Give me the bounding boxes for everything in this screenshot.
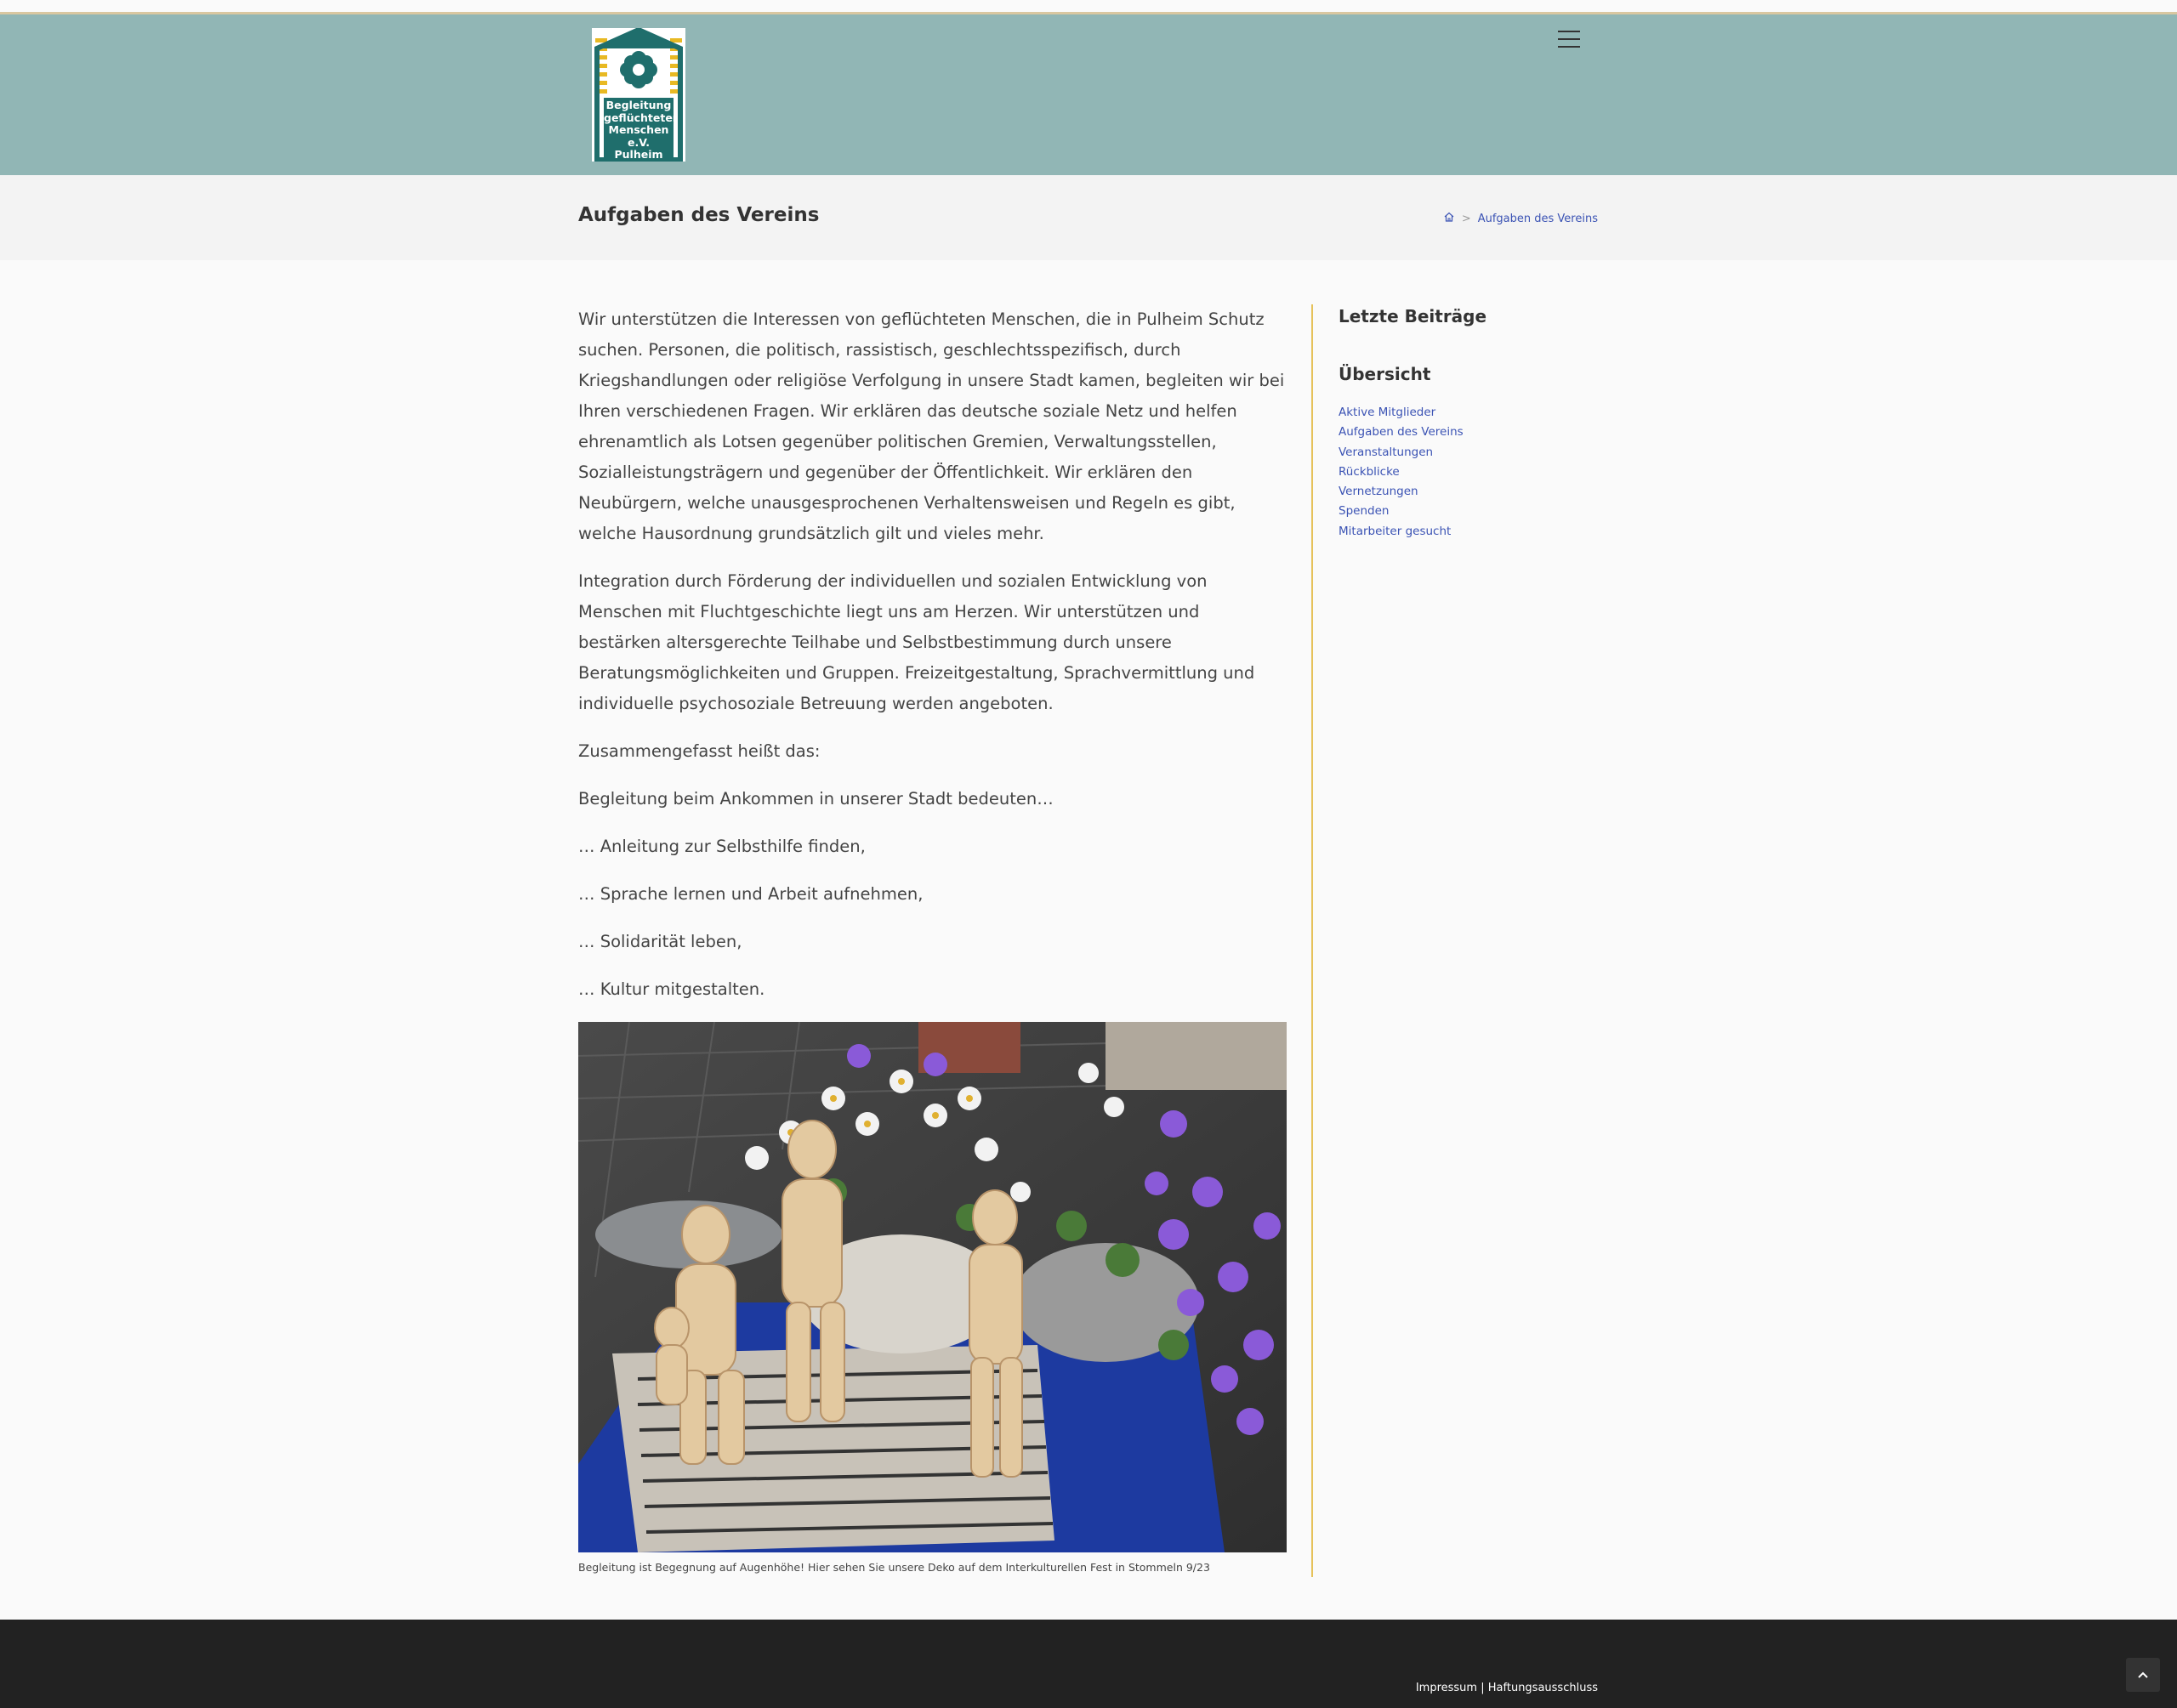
overview-link[interactable]: Aktive Mitglieder [1339, 406, 1435, 419]
site-logo[interactable]: Begleitung geflüchteter Menschen e.V. Pu… [592, 28, 685, 162]
overview-link[interactable]: Veranstaltungen [1339, 445, 1433, 459]
content-paragraph: … Anleitung zur Selbsthilfe finden, [578, 837, 866, 856]
content-paragraph: Zusammengefasst heißt das: [578, 741, 821, 761]
impressum-link[interactable]: Impressum [1416, 1682, 1477, 1694]
logo-line: Pulheim [614, 148, 663, 161]
overview-link[interactable]: Spenden [1339, 504, 1389, 518]
wooden-figures-flowers-image [578, 1022, 1287, 1552]
page-title: Aufgaben des Vereins [578, 204, 820, 226]
hamburger-menu-icon[interactable] [1558, 31, 1580, 49]
footer-links: Impressum | Haftungsausschluss [1416, 1682, 1598, 1694]
overview-item: Aktive Mitglieder [1339, 403, 1464, 423]
overview-item: Vernetzungen [1339, 482, 1464, 502]
overview-item: Aufgaben des Vereins [1339, 423, 1464, 442]
overview-item: Mitarbeiter gesucht [1339, 522, 1464, 542]
overview-list: Aktive Mitglieder Aufgaben des Vereins V… [1339, 403, 1464, 542]
overview-link[interactable]: Vernetzungen [1339, 485, 1418, 498]
chevron-up-icon [2138, 1671, 2148, 1678]
content-paragraph: … Sprache lernen und Arbeit aufnehmen, [578, 884, 924, 904]
overview-link[interactable]: Mitarbeiter gesucht [1339, 525, 1451, 538]
logo-line: geflüchteter [604, 111, 678, 124]
logo-line: e.V. [627, 135, 651, 149]
logo-line: Begleitung [605, 99, 672, 111]
breadcrumb-home[interactable] [1443, 211, 1455, 226]
logo-text-block: Begleitung geflüchteter Menschen e.V. Pu… [604, 98, 678, 161]
recent-posts-title: Letzte Beiträge [1339, 306, 1487, 326]
overview-item: Spenden [1339, 502, 1464, 521]
site-header [0, 14, 2177, 175]
page-header-bar [0, 175, 2177, 260]
home-icon [1444, 212, 1454, 222]
haftungsausschluss-link[interactable]: Haftungsausschluss [1488, 1682, 1598, 1694]
breadcrumb-current[interactable]: Aufgaben des Vereins [1478, 213, 1598, 225]
sidebar-divider [1311, 304, 1313, 1577]
content-paragraph: Wir unterstützen die Interessen von gefl… [578, 309, 1285, 543]
footer-separator: | [1481, 1682, 1485, 1694]
content-paragraph: … Kultur mitgestalten. [578, 979, 765, 999]
event-photo[interactable] [578, 1022, 1287, 1552]
overview-title: Übersicht [1339, 364, 1431, 384]
scroll-to-top-button[interactable] [2126, 1658, 2160, 1692]
overview-item: Veranstaltungen [1339, 443, 1464, 462]
content-paragraph: … Solidarität leben, [578, 932, 742, 951]
site-footer [0, 1620, 2177, 1708]
overview-item: Rückblicke [1339, 462, 1464, 482]
content-paragraph: Begleitung beim Ankommen in unserer Stad… [578, 789, 1054, 809]
overview-link[interactable]: Rückblicke [1339, 465, 1400, 479]
overview-link[interactable]: Aufgaben des Vereins [1339, 425, 1464, 439]
content-paragraph: Integration durch Förderung der individu… [578, 571, 1255, 713]
breadcrumb: > Aufgaben des Vereins [1443, 211, 1598, 226]
breadcrumb-separator: > [1461, 212, 1471, 225]
image-caption: Begleitung ist Begegnung auf Augenhöhe! … [578, 1561, 1210, 1574]
logo-line: Menschen [608, 123, 669, 136]
main-content: Wir unterstützen die Interessen von gefl… [578, 304, 1287, 1022]
